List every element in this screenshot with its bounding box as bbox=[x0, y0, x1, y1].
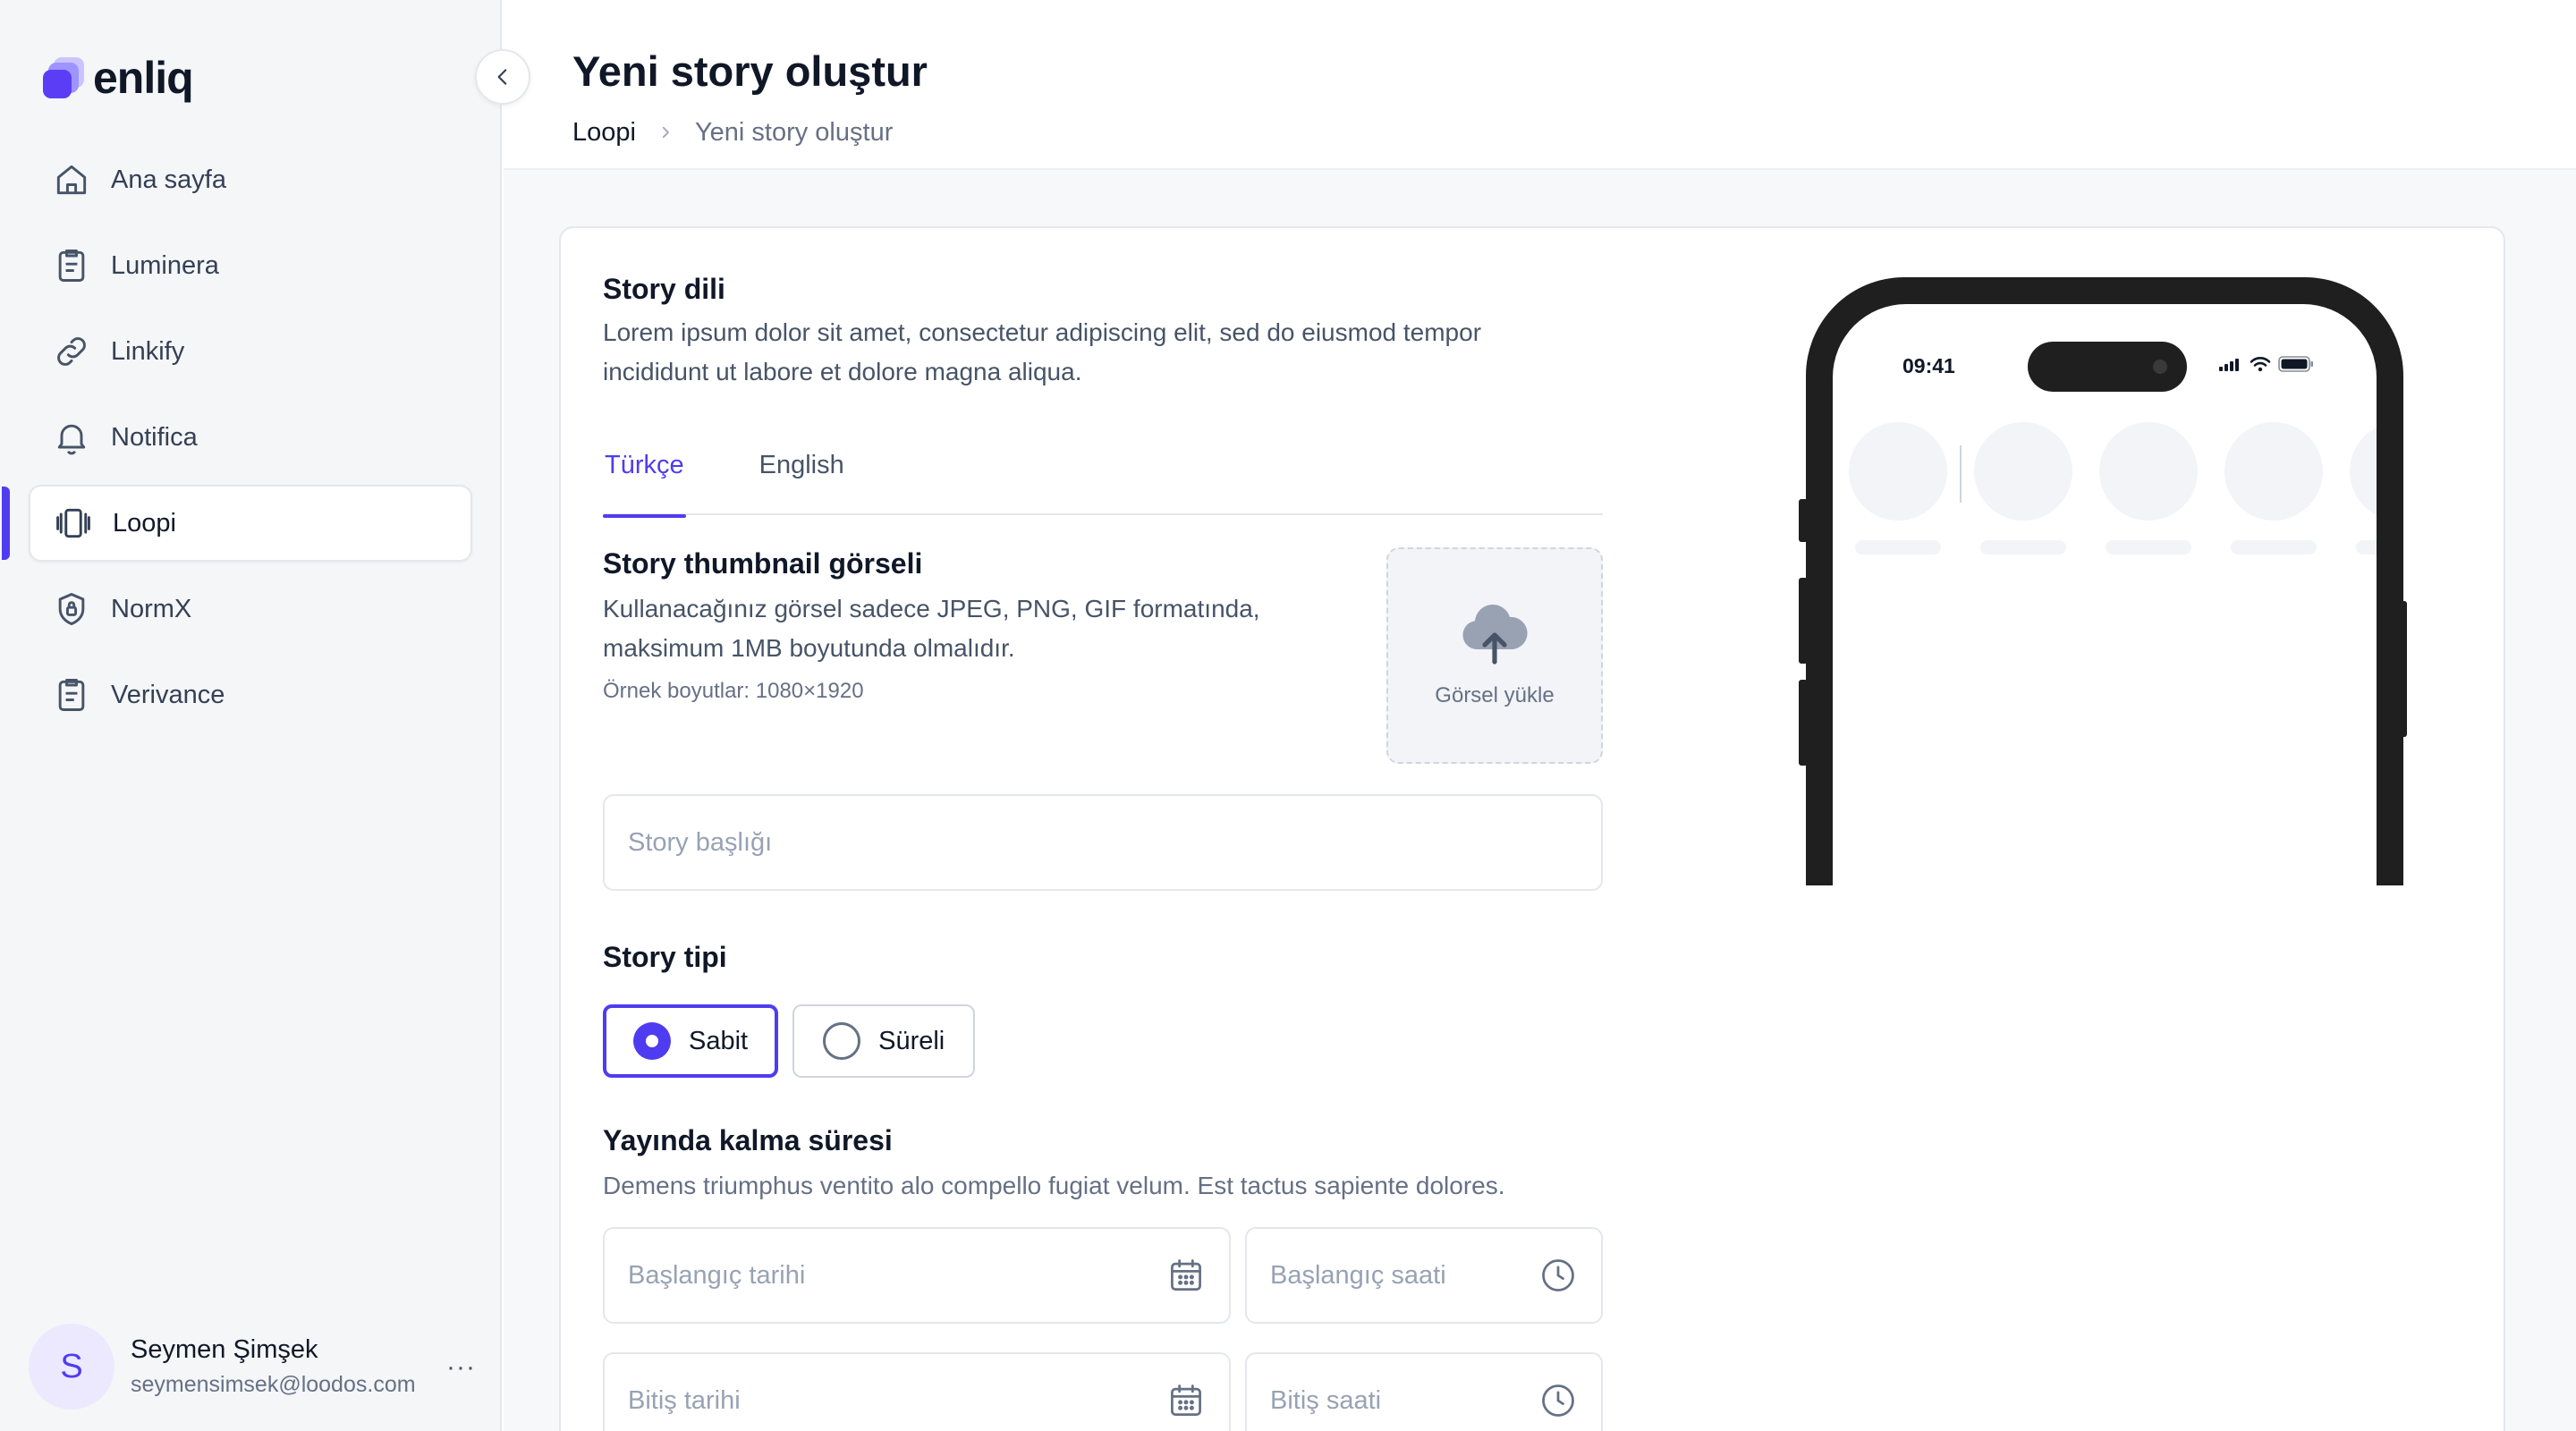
story-placeholder[interactable] bbox=[2350, 422, 2377, 555]
story-title-input[interactable]: Story başlığı bbox=[603, 794, 1603, 891]
sidebar-item-label: Luminera bbox=[111, 250, 219, 280]
sidebar-item-verivance[interactable]: Verivance bbox=[29, 656, 472, 733]
end-date-placeholder: Bitiş tarihi bbox=[628, 1385, 741, 1415]
user-name: Seymen Şimşek bbox=[131, 1335, 318, 1364]
sidebar-item-label: NormX bbox=[111, 594, 192, 623]
sidebar-item-ana-sayfa[interactable]: Ana sayfa bbox=[29, 141, 472, 218]
chevron-left-icon bbox=[497, 69, 507, 85]
start-date-input[interactable]: Başlangıç tarihi bbox=[603, 1227, 1231, 1324]
chevron-right-icon bbox=[657, 119, 674, 147]
brand-logo[interactable]: enliq bbox=[43, 53, 194, 103]
wifi-icon bbox=[2250, 357, 2271, 372]
story-title-placeholder: Story başlığı bbox=[628, 827, 773, 857]
duration-fields: Başlangıç tarihi Başlangıç saati Bitiş t… bbox=[603, 1227, 1603, 1431]
phone-screen: 09:41 bbox=[1833, 304, 2377, 885]
sidebar-item-label: Notifica bbox=[111, 422, 198, 452]
dynamic-island bbox=[2028, 342, 2187, 392]
avatar: S bbox=[29, 1324, 114, 1410]
brand-name: enliq bbox=[93, 53, 194, 103]
story-type-radio-group: Sabit Süreli bbox=[603, 1004, 1603, 1078]
collapse-sidebar-button[interactable] bbox=[475, 49, 530, 105]
battery-icon bbox=[2278, 356, 2313, 372]
cloud-upload-icon bbox=[1462, 604, 1528, 665]
clipboard-icon bbox=[52, 246, 91, 285]
logo-mark-icon bbox=[43, 57, 84, 98]
end-time-input[interactable]: Bitiş saati bbox=[1245, 1352, 1603, 1431]
user-email: seymensimsek@loodos.com bbox=[131, 1372, 416, 1397]
status-icons bbox=[2219, 356, 2314, 372]
story-placeholder[interactable] bbox=[1849, 422, 1962, 555]
thumbnail-section: Story thumbnail görseli Kullanacağınız g… bbox=[603, 547, 1603, 767]
active-indicator bbox=[2, 487, 10, 560]
language-section-description: Lorem ipsum dolor sit amet, consectetur … bbox=[603, 318, 1482, 385]
upload-label: Görsel yükle bbox=[1435, 683, 1555, 707]
sidebar-item-linkify[interactable]: Linkify bbox=[29, 313, 472, 390]
sidebar-item-loopi[interactable]: Loopi bbox=[2, 485, 472, 562]
sidebar-item-normx[interactable]: NormX bbox=[29, 571, 472, 648]
start-time-input[interactable]: Başlangıç saati bbox=[1245, 1227, 1603, 1324]
language-section-title: Story dili bbox=[603, 273, 725, 305]
breadcrumb-item-current: Yeni story oluştur bbox=[694, 118, 894, 147]
duration-description: Demens triumphus ventito alo compello fu… bbox=[603, 1172, 1505, 1199]
sidebar-item-label: Linkify bbox=[111, 336, 185, 366]
calendar-icon bbox=[1171, 1384, 1201, 1416]
end-date-input[interactable]: Bitiş tarihi bbox=[603, 1352, 1231, 1431]
main-content: Yeni story oluştur Loopi Yeni story oluş… bbox=[504, 0, 2576, 1431]
radio-label: Süreli bbox=[878, 1026, 945, 1055]
image-upload-button[interactable]: Görsel yükle bbox=[1386, 547, 1603, 764]
phone-preview: 09:41 bbox=[1799, 277, 2407, 885]
story-type-title: Story tipi bbox=[603, 941, 727, 973]
duration-title: Yayında kalma süresi bbox=[603, 1124, 893, 1156]
stories-icon bbox=[54, 504, 93, 543]
breadcrumb: Loopi Yeni story oluştur bbox=[572, 118, 893, 148]
sidebar-item-label: Ana sayfa bbox=[111, 165, 226, 194]
tab-english[interactable]: English bbox=[758, 444, 846, 515]
app-root: enliq Ana sayfa Luminera Linkify Notific… bbox=[0, 0, 2576, 1431]
sidebar-item-label: Loopi bbox=[113, 508, 176, 538]
start-time-placeholder: Başlangıç saati bbox=[1270, 1260, 1446, 1290]
sidebar: enliq Ana sayfa Luminera Linkify Notific… bbox=[0, 0, 502, 1431]
start-date-placeholder: Başlangıç tarihi bbox=[628, 1260, 806, 1290]
story-form-card: Story dili Lorem ipsum dolor sit amet, c… bbox=[559, 226, 2505, 1431]
home-icon bbox=[52, 160, 91, 199]
radio-label: Sabit bbox=[689, 1026, 749, 1055]
page-header: Yeni story oluştur Loopi Yeni story oluş… bbox=[504, 0, 2576, 170]
signal-icon bbox=[2219, 359, 2239, 371]
language-tabs: Türkçe English bbox=[603, 444, 1603, 518]
radio-option-sureli[interactable]: Süreli bbox=[792, 1004, 976, 1078]
user-profile[interactable]: S Seymen Şimşek seymensimsek@loodos.com … bbox=[29, 1322, 476, 1411]
radio-checked-icon bbox=[633, 1022, 671, 1060]
clock-icon bbox=[1542, 1259, 1574, 1291]
clock-icon bbox=[1542, 1384, 1574, 1417]
bell-icon bbox=[52, 418, 91, 457]
story-list bbox=[1849, 422, 2377, 555]
end-time-placeholder: Bitiş saati bbox=[1270, 1385, 1382, 1415]
story-placeholder[interactable] bbox=[1974, 422, 2072, 555]
sidebar-nav: Ana sayfa Luminera Linkify Notifica Loop… bbox=[2, 141, 472, 742]
sidebar-item-notifica[interactable]: Notifica bbox=[29, 399, 472, 476]
story-placeholder[interactable] bbox=[2099, 422, 2198, 555]
link-icon bbox=[52, 332, 91, 371]
phone-frame: 09:41 bbox=[1806, 277, 2403, 885]
more-options-icon[interactable]: ··· bbox=[446, 1352, 476, 1383]
thumbnail-description: Kullanacağınız görsel sadece JPEG, PNG, … bbox=[603, 595, 1260, 662]
radio-option-sabit[interactable]: Sabit bbox=[603, 1004, 779, 1078]
story-form: Story dili Lorem ipsum dolor sit amet, c… bbox=[603, 273, 1603, 1431]
sidebar-item-luminera[interactable]: Luminera bbox=[29, 227, 472, 304]
clipboard-icon bbox=[52, 675, 91, 715]
tab-turkce[interactable]: Türkçe bbox=[603, 444, 686, 518]
calendar-icon bbox=[1171, 1259, 1201, 1291]
status-time: 09:41 bbox=[1902, 354, 1955, 377]
story-placeholder[interactable] bbox=[2224, 422, 2323, 555]
breadcrumb-item-loopi[interactable]: Loopi bbox=[572, 118, 636, 148]
sidebar-item-label: Verivance bbox=[111, 680, 225, 709]
shield-lock-icon bbox=[52, 589, 91, 629]
radio-unchecked-icon bbox=[823, 1022, 861, 1060]
page-title: Yeni story oluştur bbox=[572, 47, 928, 95]
